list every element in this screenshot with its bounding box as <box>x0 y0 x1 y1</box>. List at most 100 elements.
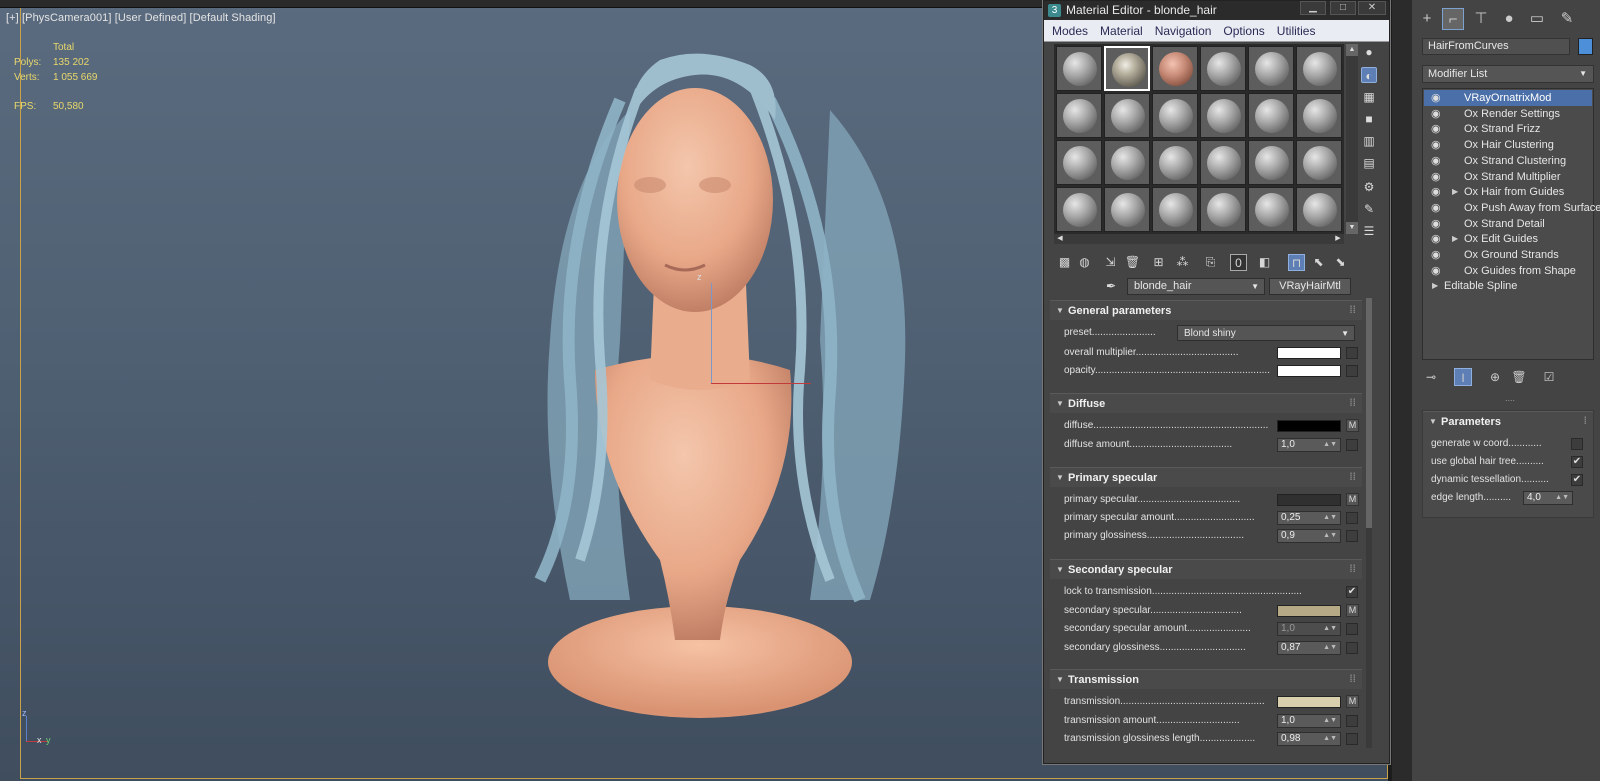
spinner-arrows-icon[interactable]: ▲▼ <box>1323 733 1337 745</box>
spinner-arrows-icon[interactable]: ▲▼ <box>1323 715 1337 727</box>
go-to-parent-icon[interactable]: ⬉ <box>1310 254 1327 271</box>
transmission-glossiness-map-slot[interactable] <box>1346 733 1358 745</box>
secondary-specular-swatch[interactable] <box>1277 605 1341 617</box>
options-icon[interactable]: ⚙ <box>1361 179 1377 195</box>
primary-glossiness-spinner[interactable]: 0,9 ▲▼ <box>1277 529 1341 543</box>
modifier-stack-item[interactable]: ◉ ▶ Ox Edit Guides <box>1424 231 1592 247</box>
diffuse-swatch[interactable] <box>1277 420 1341 432</box>
slots-vertical-scrollbar[interactable]: ▲ ▼ <box>1346 44 1358 234</box>
display-tab-display-icon[interactable]: ▭ <box>1526 8 1548 30</box>
material-sample-slot[interactable] <box>1104 93 1150 138</box>
make-unique-icon[interactable]: ⁂ <box>1174 254 1191 271</box>
material-sample-slot[interactable] <box>1200 187 1246 232</box>
spinner-arrows-icon[interactable]: ▲▼ <box>1323 642 1337 654</box>
expand-arrow-icon[interactable]: ▶ <box>1432 278 1438 294</box>
sample-uv-tiling-icon[interactable]: ■ <box>1361 111 1377 127</box>
eye-visibility-icon[interactable]: ◉ <box>1431 137 1441 153</box>
edge-length-spinner[interactable]: 4,0 ▲▼ <box>1523 491 1573 505</box>
material-sample-slot[interactable] <box>1152 46 1198 91</box>
menu-utilities[interactable]: Utilities <box>1277 24 1316 38</box>
material-sample-slot[interactable] <box>1152 93 1198 138</box>
video-color-check-icon[interactable]: ▥ <box>1361 133 1377 149</box>
panel-splitter-grip[interactable]: .... <box>1482 394 1538 403</box>
secondary-specular-amount-map-slot[interactable] <box>1346 623 1358 635</box>
material-sample-slot[interactable] <box>1152 140 1198 185</box>
material-sample-slot[interactable] <box>1056 46 1102 91</box>
primary-specular-map-button[interactable]: M <box>1346 493 1359 506</box>
hierarchy-tab-hierarchy-icon[interactable]: ⊤ <box>1470 8 1492 30</box>
transmission-swatch[interactable] <box>1277 696 1341 708</box>
show-shaded-icon[interactable]: ◧ <box>1256 254 1273 271</box>
modifier-stack-item[interactable]: ◉ Ox Strand Frizz <box>1424 121 1592 137</box>
eye-visibility-icon[interactable]: ◉ <box>1431 121 1441 137</box>
menu-material[interactable]: Material <box>1100 24 1143 38</box>
material-sample-slot[interactable] <box>1296 140 1342 185</box>
scroll-left-icon[interactable]: ◀ <box>1054 234 1066 244</box>
background-icon[interactable]: ▦ <box>1361 89 1377 105</box>
eye-visibility-icon[interactable]: ◉ <box>1431 263 1441 279</box>
overall-multiplier-map-slot[interactable] <box>1346 347 1358 359</box>
modifier-stack-item[interactable]: ◉ Ox Strand Multiplier <box>1424 169 1592 185</box>
material-name-field[interactable]: blonde_hair ▼ <box>1127 278 1265 295</box>
object-name-field[interactable]: HairFromCurves <box>1422 38 1570 55</box>
sample-type-icon[interactable]: ● <box>1361 44 1377 60</box>
eye-visibility-icon[interactable]: ◉ <box>1431 184 1441 200</box>
diffuse-map-button[interactable]: M <box>1346 419 1359 432</box>
assign-to-selection-icon[interactable]: ⇲ <box>1102 254 1119 271</box>
material-sample-slot[interactable] <box>1248 46 1294 91</box>
material-type-button[interactable]: VRayHairMtl <box>1269 278 1351 295</box>
rollouts-scrollbar[interactable] <box>1366 298 1372 748</box>
modifier-stack-item[interactable]: ◉ Ox Hair Clustering <box>1424 137 1592 153</box>
material-id-channel-icon[interactable]: 0 <box>1230 254 1247 271</box>
expand-arrow-icon[interactable]: ▶ <box>1452 184 1458 200</box>
modifier-stack-item[interactable]: ◉ Ox Ground Strands <box>1424 247 1592 263</box>
material-editor-window[interactable]: 3 Material Editor - blonde_hair ▁ □ ✕ Mo… <box>1043 0 1390 764</box>
diffuse-amount-map-slot[interactable] <box>1346 439 1358 451</box>
material-sample-slot[interactable] <box>1056 140 1102 185</box>
transmission-amount-map-slot[interactable] <box>1346 715 1358 727</box>
modifier-list-dropdown[interactable]: Modifier List ▼ <box>1422 65 1594 83</box>
modifier-stack-item[interactable]: ◉ Ox Guides from Shape <box>1424 263 1592 279</box>
eye-visibility-icon[interactable]: ◉ <box>1431 200 1441 216</box>
material-sample-slot[interactable] <box>1248 140 1294 185</box>
bust-model-render[interactable] <box>500 40 950 740</box>
close-button[interactable]: ✕ <box>1358 1 1386 15</box>
scroll-right-icon[interactable]: ▶ <box>1332 234 1344 244</box>
material-sample-slot[interactable] <box>1104 140 1150 185</box>
material-sample-slot[interactable] <box>1200 140 1246 185</box>
utilities-tab-wrench-icon[interactable]: ✎ <box>1556 8 1578 30</box>
backlight-icon[interactable]: ◐ <box>1361 67 1377 83</box>
overall-multiplier-swatch[interactable] <box>1277 347 1341 359</box>
spinner-arrows-icon[interactable]: ▲▼ <box>1555 492 1569 504</box>
transmission-amount-spinner[interactable]: 1,0 ▲▼ <box>1277 714 1341 728</box>
transmission-glossiness-spinner[interactable]: 0,98 ▲▼ <box>1277 732 1341 746</box>
material-sample-slot[interactable] <box>1296 46 1342 91</box>
modifier-stack-item[interactable]: ◉ Ox Render Settings <box>1424 106 1592 122</box>
secondary-glossiness-map-slot[interactable] <box>1346 642 1358 654</box>
make-preview-icon[interactable]: ▤ <box>1361 155 1377 171</box>
menu-navigation[interactable]: Navigation <box>1155 24 1212 38</box>
eye-visibility-icon[interactable]: ◉ <box>1431 169 1441 185</box>
eye-visibility-icon[interactable]: ◉ <box>1431 90 1441 106</box>
material-navigator-icon[interactable]: ☰ <box>1361 223 1377 239</box>
put-to-scene-icon[interactable]: ◍ <box>1076 254 1093 271</box>
material-sample-slot[interactable] <box>1248 93 1294 138</box>
material-sample-slot[interactable] <box>1056 187 1102 232</box>
select-by-material-icon[interactable]: ✎ <box>1361 201 1377 217</box>
secondary-specular-amount-spinner[interactable]: 1,0 ▲▼ <box>1277 622 1341 636</box>
minimize-button[interactable]: ▁ <box>1300 1 1326 15</box>
eye-visibility-icon[interactable]: ◉ <box>1431 153 1441 169</box>
generate-w-coord-checkbox[interactable] <box>1571 438 1583 450</box>
create-tab-plus-icon[interactable]: + <box>1416 8 1438 30</box>
menu-options[interactable]: Options <box>1223 24 1264 38</box>
delete-icon[interactable]: 🗑 <box>1124 254 1141 271</box>
spinner-arrows-icon[interactable]: ▲▼ <box>1323 439 1337 451</box>
secondary-glossiness-spinner[interactable]: 0,87 ▲▼ <box>1277 641 1341 655</box>
show-end-result-icon[interactable]: I <box>1454 368 1472 386</box>
lock-to-transmission-checkbox[interactable]: ✔ <box>1346 586 1358 598</box>
rollout-primary-specular[interactable]: ▼ Primary specular ⁞⁞ <box>1050 467 1362 487</box>
material-sample-slot[interactable] <box>1104 187 1150 232</box>
remove-modifier-icon[interactable]: 🗑 <box>1510 368 1528 386</box>
viewport-label[interactable]: [+] [PhysCamera001] [User Defined] [Defa… <box>6 12 276 24</box>
put-to-library-icon[interactable]: ⎘ <box>1202 254 1219 271</box>
